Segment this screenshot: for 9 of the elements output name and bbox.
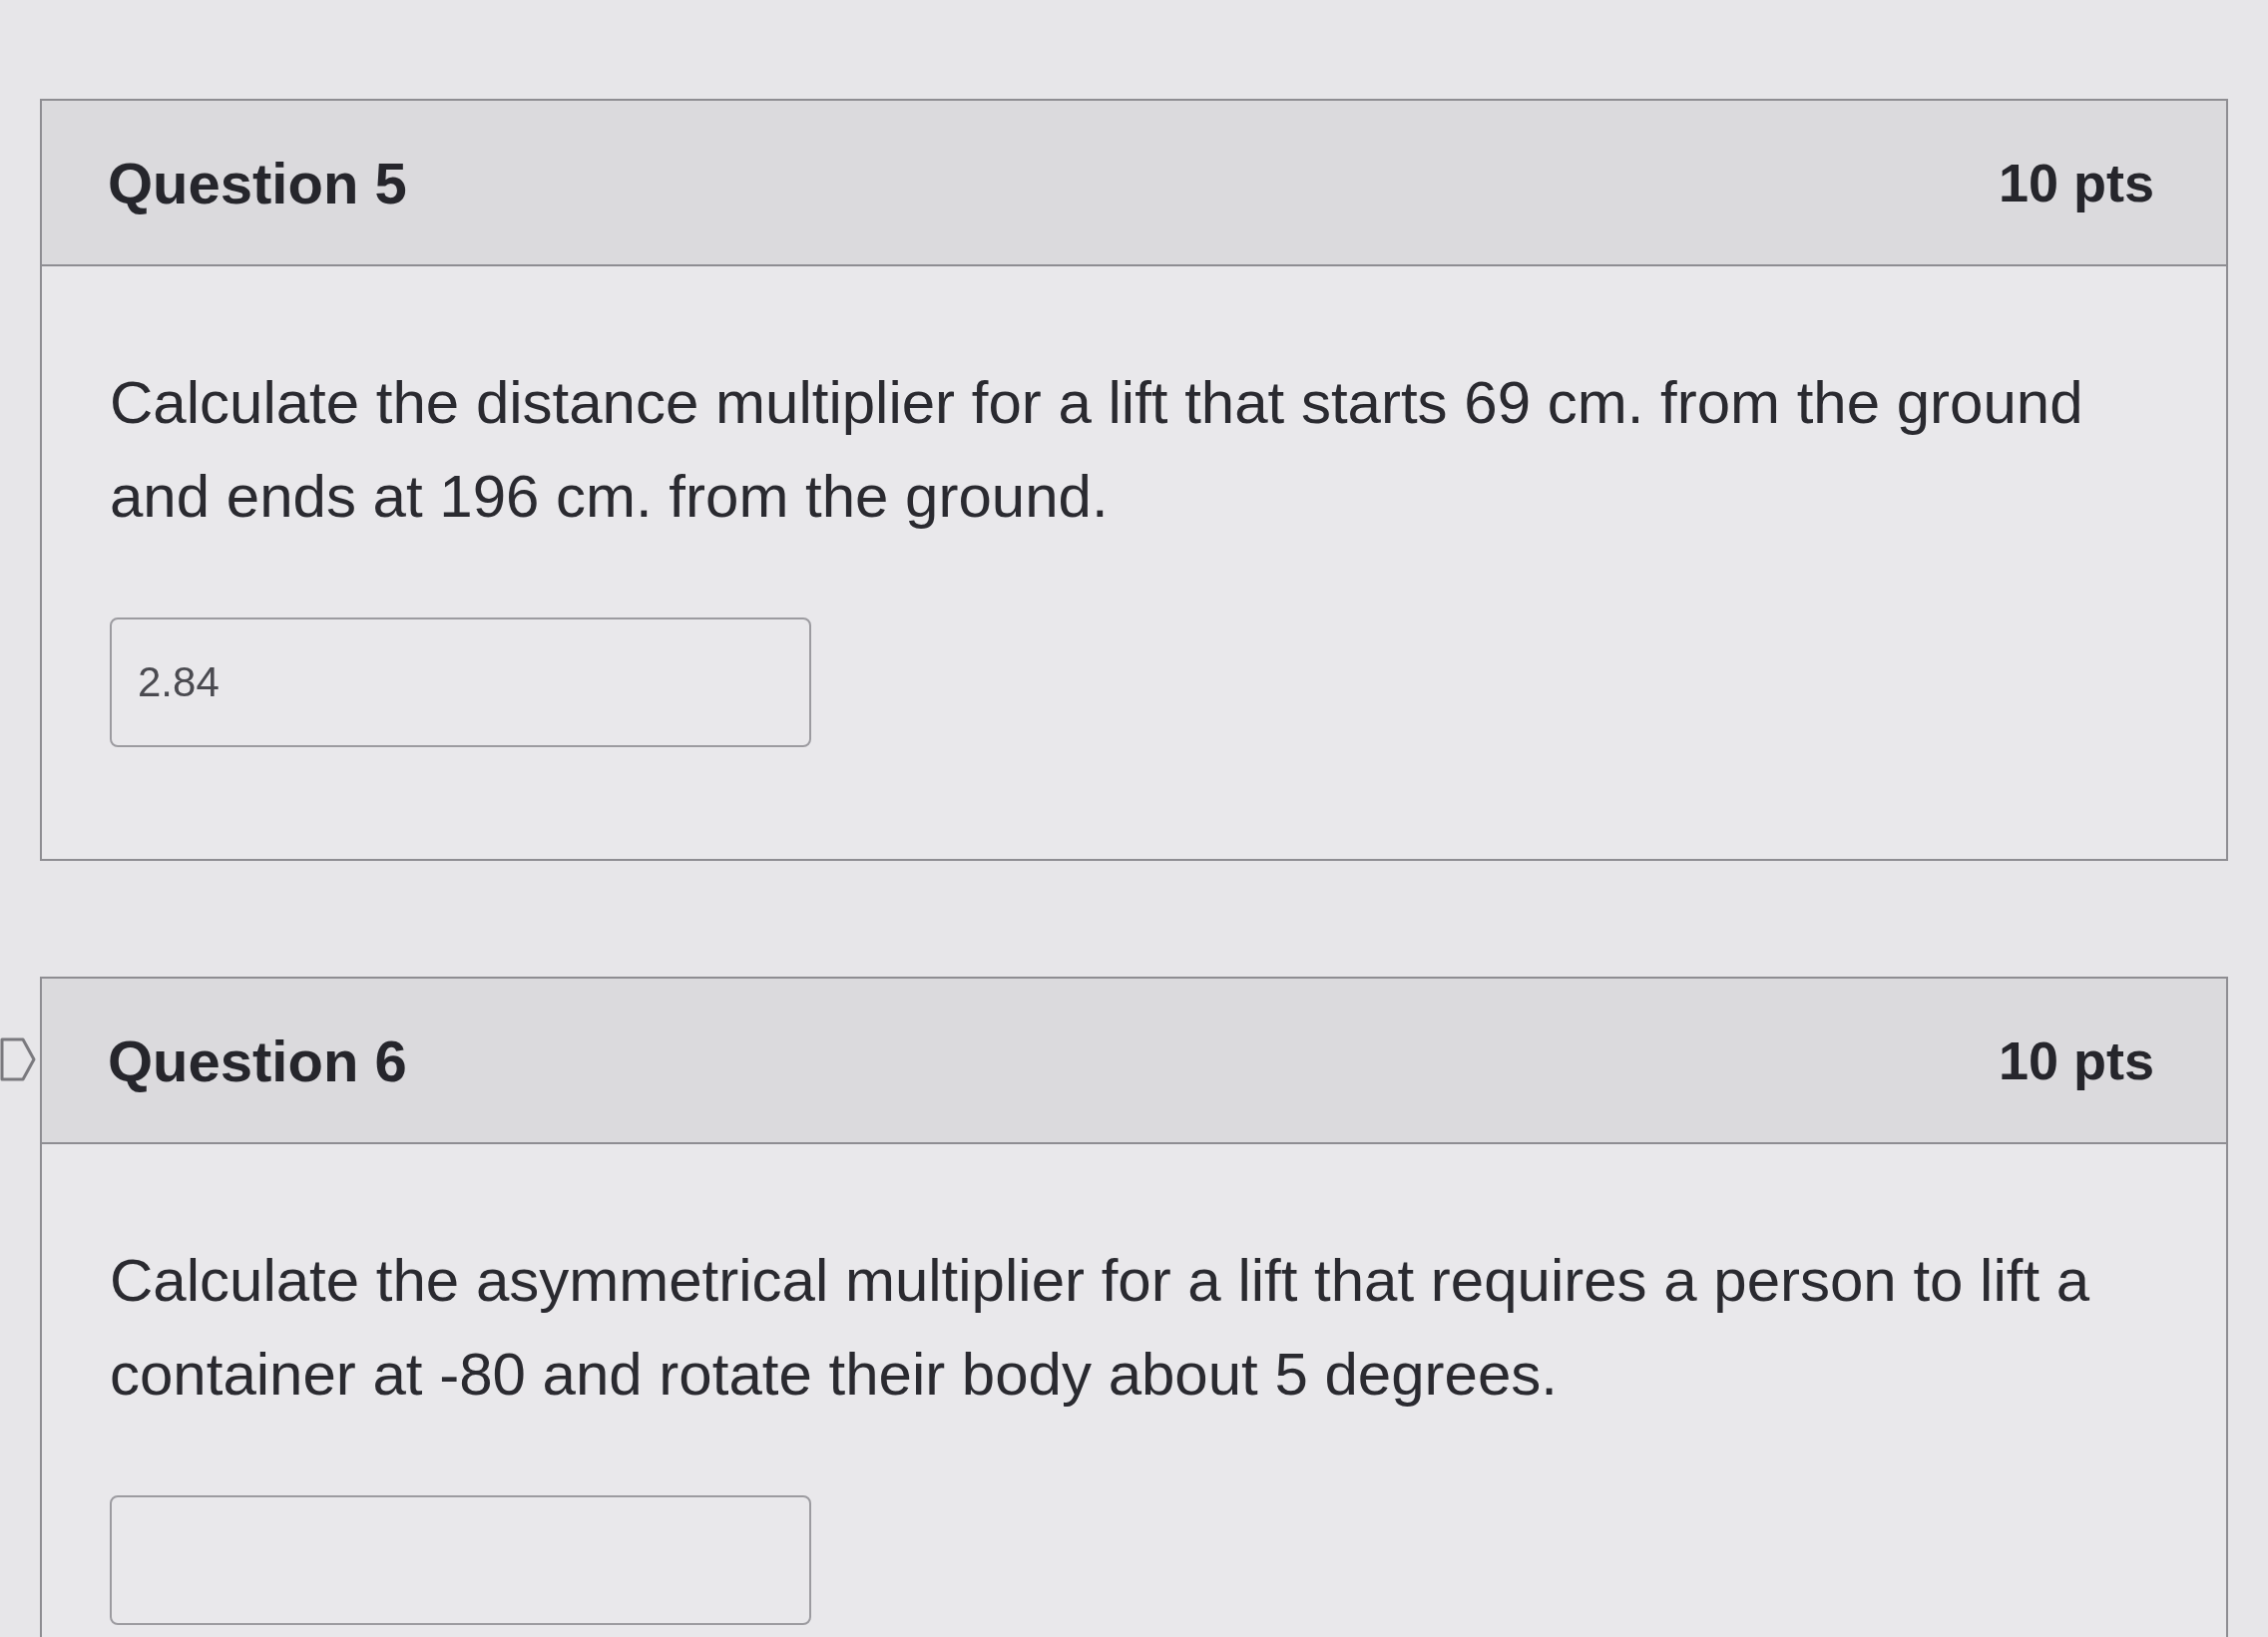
question-title: Question 5 bbox=[108, 149, 407, 216]
answer-field[interactable]: 2.84 bbox=[110, 617, 811, 747]
question-text: Calculate the asymmetrical multiplier for a lift that requires a person to lift a container at -80 and rotate their body about 5 degrees. bbox=[110, 1246, 2091, 1410]
points-label: 10 pts bbox=[1998, 152, 2154, 213]
tag-outline-icon[interactable] bbox=[0, 1037, 36, 1081]
question-title: Question 6 bbox=[108, 1026, 407, 1094]
question-text: Calculate the distance multiplier for a lift that starts 69 cm. from the ground and ends at 196 cm. from the ground. bbox=[110, 368, 2084, 532]
points-label: 10 pts bbox=[1998, 1029, 2154, 1091]
answer-field[interactable] bbox=[110, 1495, 811, 1625]
